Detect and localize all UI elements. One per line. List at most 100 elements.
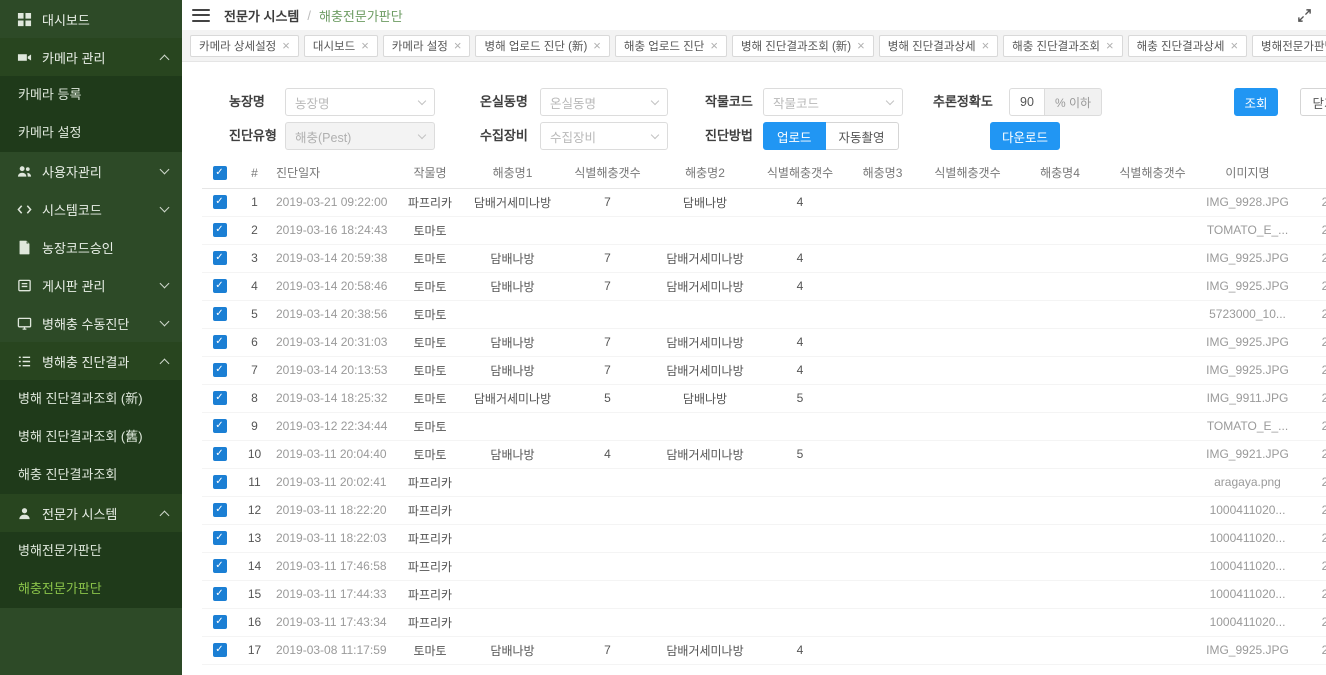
sidebar-subitem[interactable]: 병해 진단결과조회 (舊) bbox=[0, 418, 182, 456]
table-row[interactable]: ✓112019-03-11 20:02:41파프리카aragaya.png201… bbox=[202, 468, 1326, 496]
method-auto-button[interactable]: 자동촬영 bbox=[826, 122, 899, 150]
row-checkbox[interactable]: ✓ bbox=[213, 279, 227, 293]
row-checkbox[interactable]: ✓ bbox=[213, 587, 227, 601]
table-cell bbox=[655, 216, 755, 244]
sidebar-item-5[interactable]: 게시판 관리 bbox=[0, 266, 182, 304]
accuracy-input[interactable] bbox=[1009, 88, 1045, 116]
table-cell: 2019-03-11 17:43:34 bbox=[272, 608, 395, 636]
diagnosis-type-select[interactable]: 해충(Pest) bbox=[285, 122, 435, 150]
table-row[interactable]: ✓162019-03-11 17:43:34파프리카1000411020...2… bbox=[202, 608, 1326, 636]
row-checkbox[interactable]: ✓ bbox=[213, 615, 227, 629]
row-checkbox[interactable]: ✓ bbox=[213, 643, 227, 657]
table-row[interactable]: ✓142019-03-11 17:46:58파프리카1000411020...2… bbox=[202, 552, 1326, 580]
sidebar-item-4[interactable]: 농장코드승인 bbox=[0, 228, 182, 266]
tab[interactable]: 해충 진단결과조회× bbox=[1003, 35, 1122, 57]
row-checkbox[interactable]: ✓ bbox=[213, 503, 227, 517]
tab[interactable]: 카메라 설정× bbox=[383, 35, 471, 57]
table-row[interactable]: ✓62019-03-14 20:31:03토마토담배나방7담배거세미나방4IMG… bbox=[202, 328, 1326, 356]
row-checkbox[interactable]: ✓ bbox=[213, 391, 227, 405]
search-button[interactable]: 조회 bbox=[1234, 88, 1278, 116]
sidebar-item-2[interactable]: 사용자관리 bbox=[0, 152, 182, 190]
close-icon[interactable]: × bbox=[361, 39, 369, 52]
close-icon[interactable]: × bbox=[857, 39, 865, 52]
table-row[interactable]: ✓42019-03-14 20:58:46토마토담배나방7담배거세미나방4IMG… bbox=[202, 272, 1326, 300]
table-cell bbox=[755, 412, 845, 440]
accuracy-suffix: % 이하 bbox=[1045, 88, 1102, 116]
table-cell: 12 bbox=[237, 496, 272, 524]
close-icon[interactable]: × bbox=[1106, 39, 1114, 52]
table-row[interactable]: ✓152019-03-11 17:44:33파프리카1000411020...2… bbox=[202, 580, 1326, 608]
table-row[interactable]: ✓172019-03-08 11:17:59토마토담배나방7담배거세미나방4IM… bbox=[202, 636, 1326, 664]
crop-code-select[interactable]: 작물코드 bbox=[763, 88, 903, 116]
column-header: 이미지명 bbox=[1200, 158, 1295, 188]
sidebar-subitem[interactable]: 카메라 등록 bbox=[0, 76, 182, 114]
table-cell: 파프리카 bbox=[395, 608, 465, 636]
row-checkbox[interactable]: ✓ bbox=[213, 363, 227, 377]
menu-toggle-icon[interactable] bbox=[192, 9, 210, 22]
row-checkbox[interactable]: ✓ bbox=[213, 419, 227, 433]
table-cell bbox=[655, 496, 755, 524]
sidebar-subitem[interactable]: 병해 진단결과조회 (新) bbox=[0, 380, 182, 418]
table-row[interactable]: ✓32019-03-14 20:59:38토마토담배나방7담배거세미나방4IMG… bbox=[202, 244, 1326, 272]
column-header: 식별해충갯수 bbox=[560, 158, 655, 188]
close-icon[interactable]: × bbox=[710, 39, 718, 52]
greenhouse-select[interactable]: 온실동명 bbox=[540, 88, 668, 116]
farm-name-select[interactable]: 농장명 bbox=[285, 88, 435, 116]
table-cell bbox=[920, 496, 1015, 524]
close-button[interactable]: 닫기 bbox=[1300, 88, 1326, 116]
tab[interactable]: 카메라 상세설정× bbox=[190, 35, 299, 57]
sidebar-item-6[interactable]: 병해충 수동진단 bbox=[0, 304, 182, 342]
table-row[interactable]: ✓82019-03-14 18:25:32토마토담배거세미나방5담배나방5IMG… bbox=[202, 384, 1326, 412]
tab[interactable]: 대시보드× bbox=[304, 35, 378, 57]
table-row[interactable]: ✓52019-03-14 20:38:56토마토5723000_10...201… bbox=[202, 300, 1326, 328]
sidebar-subitem[interactable]: 병해전문가판단 bbox=[0, 532, 182, 570]
table-row[interactable]: ✓22019-03-16 18:24:43토마토TOMATO_E_...2019 bbox=[202, 216, 1326, 244]
table-row[interactable]: ✓12019-03-21 09:22:00파프리카담배거세미나방7담배나방4IM… bbox=[202, 188, 1326, 216]
row-checkbox[interactable]: ✓ bbox=[213, 475, 227, 489]
sidebar-item-label: 병해충 진단결과 bbox=[42, 352, 129, 371]
close-icon[interactable]: × bbox=[593, 39, 601, 52]
list-icon bbox=[16, 353, 32, 369]
table-cell: 4 bbox=[755, 244, 845, 272]
sidebar-subitem[interactable]: 카메라 설정 bbox=[0, 114, 182, 152]
row-checkbox[interactable]: ✓ bbox=[213, 447, 227, 461]
sidebar-subitem[interactable]: 해충 진단결과조회 bbox=[0, 456, 182, 494]
sidebar-item-1[interactable]: 카메라 관리 bbox=[0, 38, 182, 76]
device-select[interactable]: 수집장비 bbox=[540, 122, 668, 150]
row-checkbox[interactable]: ✓ bbox=[213, 223, 227, 237]
select-all-checkbox[interactable]: ✓ bbox=[213, 166, 227, 180]
tab[interactable]: 병해 진단결과조회 (新)× bbox=[732, 35, 874, 57]
tab[interactable]: 병해 업로드 진단 (新)× bbox=[475, 35, 609, 57]
tab[interactable]: 병해 진단결과상세× bbox=[879, 35, 998, 57]
tab[interactable]: 해충 진단결과상세× bbox=[1128, 35, 1247, 57]
table-row[interactable]: ✓72019-03-14 20:13:53토마토담배나방7담배거세미나방4IMG… bbox=[202, 356, 1326, 384]
close-icon[interactable]: × bbox=[282, 39, 290, 52]
method-upload-button[interactable]: 업로드 bbox=[763, 122, 826, 150]
close-icon[interactable]: × bbox=[1230, 39, 1238, 52]
table-cell bbox=[1105, 216, 1200, 244]
sidebar-item-0[interactable]: 대시보드 bbox=[0, 0, 182, 38]
table-cell: 2019 bbox=[1295, 468, 1326, 496]
row-checkbox[interactable]: ✓ bbox=[213, 251, 227, 265]
fullscreen-icon[interactable] bbox=[1297, 8, 1312, 23]
row-checkbox[interactable]: ✓ bbox=[213, 559, 227, 573]
table-cell bbox=[465, 300, 560, 328]
table-row[interactable]: ✓102019-03-11 20:04:40토마토담배나방4담배거세미나방5IM… bbox=[202, 440, 1326, 468]
row-checkbox[interactable]: ✓ bbox=[213, 335, 227, 349]
row-checkbox[interactable]: ✓ bbox=[213, 531, 227, 545]
tab[interactable]: 병해전문가판단× bbox=[1252, 35, 1326, 57]
row-checkbox[interactable]: ✓ bbox=[213, 307, 227, 321]
close-icon[interactable]: × bbox=[454, 39, 462, 52]
tab[interactable]: 해충 업로드 진단× bbox=[615, 35, 727, 57]
chevron-down-icon bbox=[160, 165, 170, 175]
table-row[interactable]: ✓132019-03-11 18:22:03파프리카1000411020...2… bbox=[202, 524, 1326, 552]
sidebar-item-3[interactable]: 시스템코드 bbox=[0, 190, 182, 228]
download-button[interactable]: 다운로드 bbox=[990, 122, 1060, 150]
close-icon[interactable]: × bbox=[982, 39, 990, 52]
table-row[interactable]: ✓122019-03-11 18:22:20파프리카1000411020...2… bbox=[202, 496, 1326, 524]
table-row[interactable]: ✓92019-03-12 22:34:44토마토TOMATO_E_...2019 bbox=[202, 412, 1326, 440]
sidebar-item-8[interactable]: 전문가 시스템 bbox=[0, 494, 182, 532]
sidebar-subitem[interactable]: 해충전문가판단 bbox=[0, 570, 182, 608]
sidebar-item-7[interactable]: 병해충 진단결과 bbox=[0, 342, 182, 380]
row-checkbox[interactable]: ✓ bbox=[213, 195, 227, 209]
